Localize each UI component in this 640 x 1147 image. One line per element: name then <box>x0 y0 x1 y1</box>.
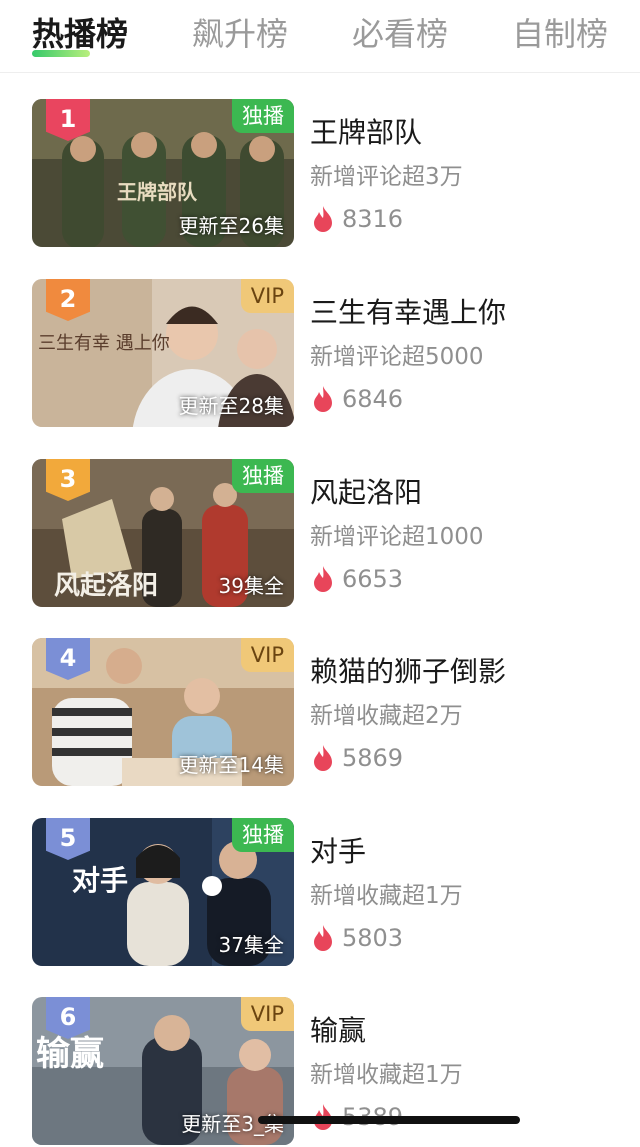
tab-original[interactable]: 自制榜 <box>512 12 608 56</box>
flame-icon <box>314 745 332 771</box>
episode-status: 更新至28集 <box>178 394 284 418</box>
heat-value: 6653 <box>342 565 404 593</box>
episode-status: 39集全 <box>218 574 284 598</box>
poster[interactable]: 王牌部队 1 独播 更新至26集 <box>32 99 294 247</box>
vip-badge: VIP <box>240 638 294 672</box>
heat-value: 5869 <box>342 744 404 772</box>
list-item[interactable]: 4 VIP 更新至14集 赖猫的狮子倒影 新增收藏超2万 5869 <box>0 638 640 788</box>
show-title[interactable]: 对手 <box>310 830 366 870</box>
vip-badge: VIP <box>240 997 294 1031</box>
list-item[interactable]: 输赢 6 VIP 更新至3_集 输赢 新增收藏超1万 5389 <box>0 997 640 1147</box>
heat-value: 5803 <box>342 924 404 952</box>
svg-text:风起洛阳: 风起洛阳 <box>54 570 158 601</box>
episode-status: 更新至26集 <box>178 214 284 238</box>
show-title[interactable]: 输赢 <box>310 1009 366 1049</box>
show-title[interactable]: 赖猫的狮子倒影 <box>310 650 506 690</box>
home-indicator[interactable] <box>258 1116 520 1124</box>
episode-status: 更新至14集 <box>178 753 284 777</box>
tab-rising[interactable]: 飙升榜 <box>192 12 288 56</box>
flame-icon <box>314 386 332 412</box>
show-subtitle: 新增收藏超2万 <box>310 703 463 729</box>
exclusive-badge: 独播 <box>232 818 294 852</box>
exclusive-badge: 独播 <box>232 99 294 133</box>
episode-status: 37集全 <box>218 933 284 957</box>
show-title[interactable]: 风起洛阳 <box>310 471 422 511</box>
heat-value: 8316 <box>342 205 404 233</box>
show-subtitle: 新增评论超3万 <box>310 164 463 190</box>
list-item[interactable]: 王牌部队 1 独播 更新至26集 王牌部队 新增评论超3万 8316 <box>0 99 640 249</box>
poster[interactable]: 4 VIP 更新至14集 <box>32 638 294 786</box>
show-subtitle: 新增收藏超1万 <box>310 1062 463 1088</box>
flame-icon <box>314 206 332 232</box>
poster[interactable]: 风起洛阳 3 独播 39集全 <box>32 459 294 607</box>
flame-icon <box>314 925 332 951</box>
poster[interactable]: 对手 5 独播 37集全 <box>32 818 294 966</box>
svg-text:输赢: 输赢 <box>36 1034 104 1074</box>
heat-value: 6846 <box>342 385 404 413</box>
show-subtitle: 新增评论超5000 <box>310 344 484 370</box>
poster[interactable]: 三生有幸 遇上你 2 VIP 更新至28集 <box>32 279 294 427</box>
tab-bar: 热播榜 飙升榜 必看榜 自制榜 <box>0 0 640 73</box>
poster[interactable]: 输赢 6 VIP 更新至3_集 <box>32 997 294 1145</box>
show-title[interactable]: 三生有幸遇上你 <box>310 291 506 331</box>
svg-text:对手: 对手 <box>72 864 128 897</box>
list-item[interactable]: 风起洛阳 3 独播 39集全 风起洛阳 新增评论超1000 6653 <box>0 459 640 609</box>
vip-badge: VIP <box>240 279 294 313</box>
show-title[interactable]: 王牌部队 <box>310 111 422 151</box>
flame-icon <box>314 566 332 592</box>
tab-must-watch[interactable]: 必看榜 <box>352 12 448 56</box>
active-tab-indicator <box>32 50 90 57</box>
list-item[interactable]: 三生有幸 遇上你 2 VIP 更新至28集 三生有幸遇上你 新增评论超5000 … <box>0 279 640 429</box>
svg-text:三生有幸 遇上你: 三生有幸 遇上你 <box>38 333 170 354</box>
svg-text:王牌部队: 王牌部队 <box>117 180 198 204</box>
exclusive-badge: 独播 <box>232 459 294 493</box>
show-subtitle: 新增评论超1000 <box>310 524 484 550</box>
show-subtitle: 新增收藏超1万 <box>310 883 463 909</box>
list-item[interactable]: 对手 5 独播 37集全 对手 新增收藏超1万 5803 <box>0 818 640 968</box>
